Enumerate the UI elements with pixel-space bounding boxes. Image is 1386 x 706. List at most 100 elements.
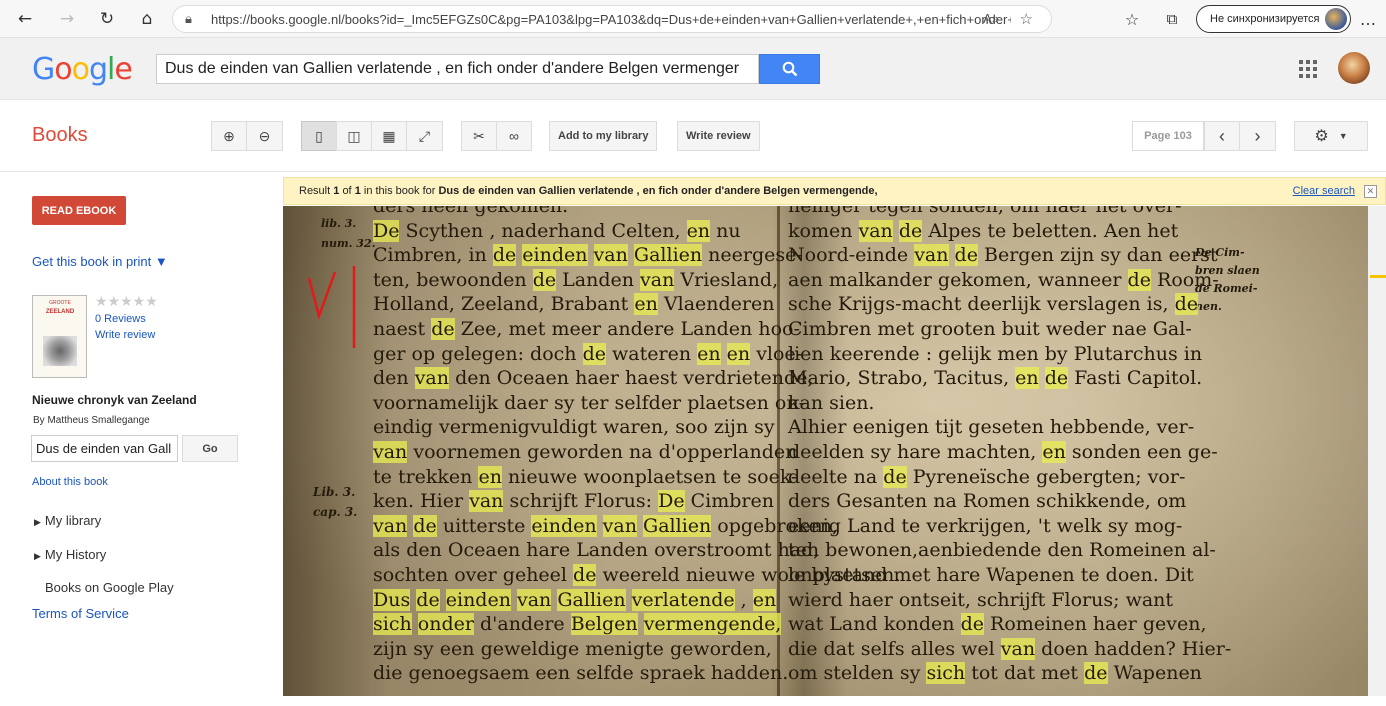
triangle-right-icon: ▶ <box>34 551 41 561</box>
chevron-down-icon: ▼ <box>1338 131 1348 141</box>
scan-text-line: Cimbren met grooten buit weder nae Gal- <box>788 317 1192 340</box>
margin-note-left-1: lib. 3. num. 32. <box>321 217 376 250</box>
scan-text-line: zijn sy een geweldige menigte geworden, <box>373 637 772 660</box>
fullscreen-icon[interactable]: ⤢ <box>406 121 443 151</box>
url-text[interactable]: https://books.google.nl/books?id=_Imc5EF… <box>211 12 1011 27</box>
scan-text-line: ten, bewoonden de Landen van Vriesland, <box>373 268 779 291</box>
thumbnail-view-icon[interactable]: ▦ <box>371 121 407 151</box>
scan-text-line: sochten over geheel de weereld nieuwe wo… <box>373 563 900 586</box>
books-on-play-link[interactable]: Books on Google Play <box>45 580 174 595</box>
link-icon[interactable]: ∞ <box>496 121 532 151</box>
single-page-view-icon[interactable]: ▯ <box>301 121 337 151</box>
two-page-view-icon[interactable]: ◫ <box>336 121 372 151</box>
previous-page-icon[interactable]: ‹ <box>1204 121 1240 151</box>
settings-gear-icon[interactable]: ⚙ ▼ <box>1294 121 1368 151</box>
page-scan[interactable]: lib. 3. num. 32. Lib. 3. cap. 3. De Cim-… <box>283 206 1368 696</box>
clip-icon[interactable]: ✂ <box>461 121 497 151</box>
about-book-link[interactable]: About this book <box>32 476 108 488</box>
zoom-out-icon[interactable]: ⊖ <box>246 121 283 151</box>
home-icon[interactable]: ⌂ <box>135 7 159 31</box>
apps-grid-icon[interactable] <box>1299 60 1317 78</box>
search-input[interactable]: Dus de einden van Gallien verlatende , e… <box>156 54 759 84</box>
favorites-icon[interactable]: ☆ <box>1120 7 1144 31</box>
scan-text-line: Holland, Zeeland, Brabant en Vlaenderen <box>373 293 775 316</box>
scrollbar[interactable] <box>1368 206 1386 696</box>
scan-text-line: wat Land konden de Romeinen haer geven, <box>788 613 1207 636</box>
scan-text-line: aen malkander gekomen, wanneer de Room- <box>788 268 1219 291</box>
browser-chrome: ← → ↻ ⌂ 🔒︎ https://books.google.nl/books… <box>0 0 1386 38</box>
scan-text-line: komen van de Alpes te beletten. Aen het <box>788 219 1179 242</box>
book-author: By Mattheus Smallegange <box>33 415 150 426</box>
forward-arrow-icon[interactable]: → <box>55 7 79 31</box>
right-text-column: heiliger tegen sonden, om haer het over-… <box>788 206 1231 686</box>
result-total: 1 <box>354 185 361 197</box>
triangle-right-icon: ▶ <box>34 517 41 527</box>
margin-note-left-2: Lib. 3. cap. 3. <box>313 485 358 519</box>
scan-text-line: ders Gesanten na Romen schikkende, om <box>788 490 1187 513</box>
close-icon[interactable]: ✕ <box>1364 185 1377 198</box>
scan-text-line: Noord-einde van de Bergen zijn sy dan ee… <box>788 244 1218 267</box>
search-hit-marker <box>1370 275 1386 278</box>
read-aloud-icon[interactable]: A» <box>983 11 999 26</box>
scan-text-line: Dus de einden van Gallien verlatende , e… <box>373 588 777 611</box>
clear-search-link[interactable]: Clear search <box>1293 185 1355 197</box>
search-button[interactable] <box>759 54 820 84</box>
go-button[interactable]: Go <box>182 435 238 462</box>
add-to-library-button[interactable]: Add to my library <box>549 121 658 151</box>
account-avatar[interactable] <box>1338 52 1370 84</box>
google-logo[interactable]: Google <box>32 52 133 87</box>
handwritten-mark <box>307 266 356 348</box>
scan-text-line: kan sien. <box>788 391 875 414</box>
read-ebook-button[interactable]: READ EBOOK <box>32 196 126 225</box>
scan-text-line: De Scythen , naderhand Celten, en nu <box>373 219 741 242</box>
cover-title-top: GROOTE <box>49 300 71 306</box>
sync-status-button[interactable]: Не синхронизируется <box>1196 5 1351 33</box>
search-in-book-input[interactable]: Dus de einden van Gall <box>31 435 178 462</box>
scan-text-line: ten bewonen,aenbiedende den Romeinen al- <box>788 539 1216 562</box>
profile-avatar <box>1325 8 1347 30</box>
my-library-toggle[interactable]: ▶ My library <box>34 513 101 528</box>
scan-text-line: als den Oceaen hare Landen overstroomt h… <box>373 539 819 562</box>
search-icon <box>782 61 797 77</box>
scan-text-line: ger op gelegen: doch de wateren en en vl… <box>373 342 802 365</box>
scan-text-line: wierd haer ontseit, schrijft Florus; wan… <box>788 588 1174 611</box>
rating-stars: ★★★★★ <box>95 293 158 309</box>
my-history-label: My History <box>44 547 107 562</box>
result-index: 1 <box>333 185 340 197</box>
collections-icon[interactable]: ⧉ <box>1160 7 1184 31</box>
scan-text-line: Cimbren, in de einden van Gallien neerge… <box>373 244 803 267</box>
zoom-in-icon[interactable]: ⊕ <box>211 121 247 151</box>
result-query: Dus de einden van Gallien verlatende , e… <box>438 185 878 197</box>
scan-text-line: naest de Zee, met meer andere Landen hoo… <box>373 317 800 340</box>
scan-text-line: le bystand met hare Wapenen te doen. Dit <box>788 563 1194 586</box>
scan-text-line: heiliger tegen sonden, om haer het over- <box>788 206 1182 217</box>
terms-of-service-link[interactable]: Terms of Service <box>32 606 129 621</box>
in-book-text: in this book for <box>363 185 436 197</box>
scan-text-line: Alhier eenigen tijt geseten hebbende, ve… <box>788 416 1195 439</box>
page-number: Page 103 <box>1132 121 1204 151</box>
cover-emblem <box>43 336 77 366</box>
scan-text-line: van de uitterste einden van Gallien opge… <box>373 514 838 537</box>
scan-text-line: eindig vermenigvuldigt waren, soo zijn s… <box>373 416 775 439</box>
scan-text-line: voornamelijk daer sy ter selfder plaetse… <box>373 391 805 414</box>
reviews-link[interactable]: 0 Reviews <box>95 313 146 325</box>
more-menu-icon[interactable]: … <box>1356 7 1380 31</box>
reload-icon[interactable]: ↻ <box>95 7 119 31</box>
write-review-button[interactable]: Write review <box>677 121 760 151</box>
of-word: of <box>342 185 352 197</box>
back-arrow-icon[interactable]: ← <box>13 7 37 31</box>
address-bar[interactable]: 🔒︎ https://books.google.nl/books?id=_Imc… <box>172 5 1052 33</box>
scan-text-line: ders heen gekomen. <box>373 206 569 217</box>
write-review-link[interactable]: Write review <box>95 329 155 341</box>
my-history-toggle[interactable]: ▶ My History <box>34 547 106 562</box>
book-title: Nieuwe chronyk van Zeeland <box>32 393 197 407</box>
get-in-print-link[interactable]: Get this book in print ▼ <box>32 254 168 269</box>
scan-text-line: lien keerende : gelijk men by Plutarchus… <box>788 342 1203 365</box>
books-title[interactable]: Books <box>32 124 88 147</box>
book-cover[interactable]: GROOTE ZEELAND <box>32 295 87 378</box>
next-page-icon[interactable]: › <box>1239 121 1276 151</box>
books-toolbar: Books ⊕ ⊖ ▯ ◫ ▦ ⤢ ✂ ∞ Add to my library … <box>0 100 1386 172</box>
scan-text-line: sich onder d'andere Belgen vermengende, <box>373 613 782 636</box>
favorite-add-icon[interactable]: ☆ <box>1020 10 1033 28</box>
search-result-banner: Result 1 of 1 in this book for Dus de ei… <box>283 177 1386 205</box>
